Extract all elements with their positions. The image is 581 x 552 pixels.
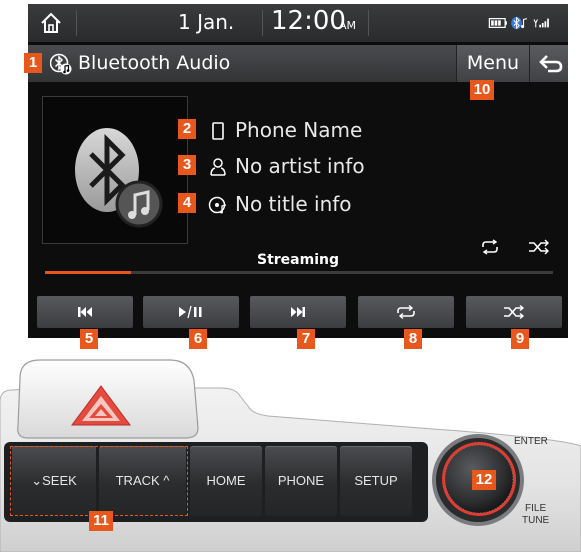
- previous-button[interactable]: [37, 296, 133, 328]
- hazard-icon[interactable]: [68, 383, 134, 429]
- artist-icon: [210, 158, 226, 176]
- title-info: No title info: [235, 192, 352, 216]
- callout-10: 10: [470, 80, 494, 100]
- callout-9: 9: [511, 329, 529, 349]
- file-tune-label: FILE TUNE: [522, 503, 549, 527]
- menu-button[interactable]: Menu: [456, 45, 529, 82]
- callout-3: 3: [178, 155, 196, 175]
- callout-11: 11: [89, 511, 113, 531]
- home-hard-button[interactable]: HOME: [190, 446, 262, 516]
- enter-label: ENTER: [514, 436, 548, 447]
- artist-info: No artist info: [235, 154, 365, 178]
- next-icon: [291, 307, 305, 317]
- home-icon[interactable]: [38, 10, 64, 36]
- disc-music-icon: [208, 196, 227, 214]
- status-divider: [76, 10, 77, 36]
- next-button[interactable]: [250, 296, 346, 328]
- progress-fill: [45, 271, 132, 274]
- tune-label: TUNE: [522, 515, 550, 526]
- app-title: Bluetooth Audio: [78, 52, 231, 74]
- repeat-button[interactable]: [358, 296, 454, 328]
- callout-7: 7: [297, 329, 315, 349]
- file-label: FILE: [525, 503, 547, 514]
- bluetooth-music-icon: [75, 128, 163, 228]
- phone-icon: [212, 122, 224, 140]
- repeat-icon: [397, 304, 415, 320]
- bluetooth-audio-icon: [511, 16, 528, 30]
- signal-icon: [533, 18, 549, 28]
- play-pause-icon: [179, 305, 202, 319]
- status-divider: [368, 10, 369, 36]
- callout-12: 12: [472, 470, 496, 490]
- battery-icon: [488, 18, 507, 28]
- streaming-status: Streaming: [257, 252, 339, 268]
- track-button[interactable]: TRACK ^: [99, 446, 186, 516]
- seek-label: SEEK: [42, 473, 77, 488]
- back-arrow-icon: [539, 55, 563, 73]
- callout-4: 4: [178, 193, 196, 213]
- title-bar: Bluetooth Audio Menu: [28, 45, 568, 82]
- callout-2: 2: [178, 119, 196, 139]
- phone-hard-button[interactable]: PHONE: [265, 446, 337, 516]
- status-bar: 1 Jan. 12:00 AM: [28, 4, 568, 42]
- bluetooth-music-icon: [50, 53, 72, 75]
- back-button[interactable]: [529, 45, 568, 82]
- callout-8: 8: [404, 329, 422, 349]
- setup-hard-button[interactable]: SETUP: [340, 446, 412, 516]
- track-label: TRACK: [115, 473, 160, 488]
- seek-button[interactable]: ⌄SEEK: [12, 446, 96, 516]
- phone-name: Phone Name: [235, 118, 363, 142]
- status-date: 1 Jan.: [178, 10, 235, 34]
- chevron-up-icon: ^: [159, 473, 170, 488]
- status-divider: [262, 10, 263, 36]
- status-icons: [488, 16, 549, 30]
- status-ampm: AM: [339, 19, 357, 32]
- progress-bar: [45, 271, 553, 274]
- shuffle-icon: [504, 304, 525, 320]
- play-pause-button[interactable]: [143, 296, 239, 328]
- status-time: 12:00: [271, 6, 346, 36]
- callout-6: 6: [189, 329, 207, 349]
- previous-icon: [78, 307, 92, 317]
- shuffle-button[interactable]: [466, 296, 562, 328]
- head-unit-screen: 1 Jan. 12:00 AM Bluetooth Audio Menu Pho…: [28, 4, 568, 338]
- callout-1: 1: [24, 53, 42, 73]
- chevron-down-icon: ⌄: [31, 473, 43, 488]
- album-art: [42, 96, 188, 244]
- callout-5: 5: [80, 329, 98, 349]
